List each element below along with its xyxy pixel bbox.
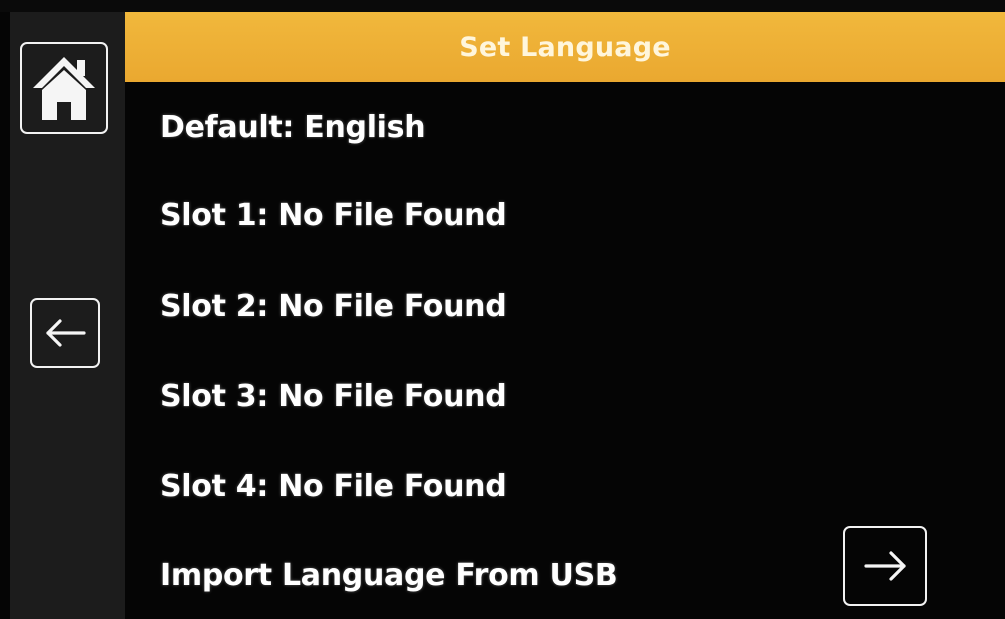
arrow-left-icon xyxy=(46,319,86,347)
screen-bezel xyxy=(0,0,1005,12)
home-icon xyxy=(33,57,95,120)
title-bar: Set Language xyxy=(125,12,1005,82)
import-language-label: Import Language From USB xyxy=(160,558,618,593)
language-option-slot-3[interactable]: Slot 3: No File Found xyxy=(160,379,507,414)
language-option-default[interactable]: Default: English xyxy=(160,110,426,145)
language-option-slot-1[interactable]: Slot 1: No File Found xyxy=(160,198,507,233)
sidebar xyxy=(10,12,125,619)
language-option-slot-2[interactable]: Slot 2: No File Found xyxy=(160,289,507,324)
arrow-right-icon xyxy=(864,551,906,581)
import-language-button[interactable] xyxy=(843,526,927,606)
language-option-slot-4[interactable]: Slot 4: No File Found xyxy=(160,469,507,504)
page-title: Set Language xyxy=(459,31,671,63)
back-button[interactable] xyxy=(30,298,100,368)
home-button[interactable] xyxy=(20,42,108,134)
